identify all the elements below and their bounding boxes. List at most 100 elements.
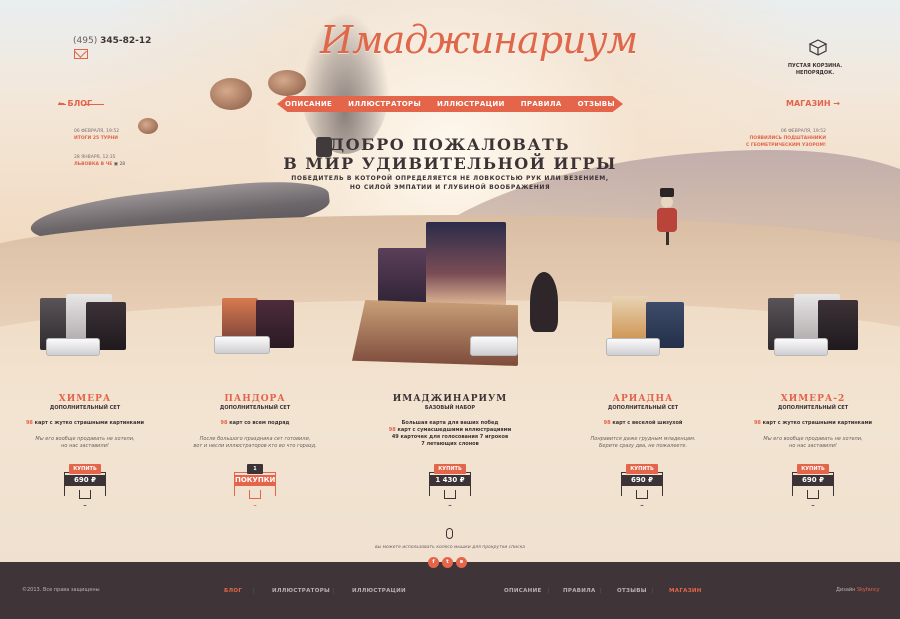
news-title[interactable]: ПОЯВИЛИСЬ ПОДШТАННИКИ [738,135,826,142]
comments-count: 28 [119,162,126,167]
site-logo[interactable]: Имаджинариум [320,18,638,62]
product-desc: 98 карт с веселой шизухой [568,420,718,427]
scroll-hint: вы можете использовать колесо мышки для … [374,545,526,550]
product-name[interactable]: АРИАДНА [568,394,718,404]
nav-item-rules[interactable]: ПРАВИЛА [521,100,562,108]
blog-news-item[interactable]: 28 ЯНВАРЯ, 12:35 ЛЬВОВКА В ЧЕ ▣ 28 [74,154,125,168]
product-desc: 98 карт с жутко страшными картинками [10,420,160,427]
footer-link-shop[interactable]: МАГАЗИН [669,588,702,594]
footer-link-illustrators[interactable]: ИЛЛЮСТРАТОРЫ [272,588,330,594]
scarecrow-head [661,196,673,208]
copyright: ©2013. Все права защищены [22,587,100,593]
news-title[interactable]: ЛЬВОВКА В ЧЕ [74,162,112,167]
news-date: 06 ФЕВРАЛЯ, 19:52 [74,129,120,134]
hero-subtitle-line: ПОБЕДИТЕЛЬ В КОТОРОЙ ОПРЕДЕЛЯЕТСЯ НЕ ЛОВ… [291,175,609,182]
nav-item-description[interactable]: ОПИСАНИЕ [285,100,332,108]
product-desc-text: карт со всем подряд [229,420,290,426]
product-name[interactable]: ИМАДЖИНАРИУМ [375,394,525,404]
mail-icon[interactable] [74,49,88,59]
product-quote: После большого праздника сет готовили, в… [180,436,330,450]
flying-elephant [210,78,252,110]
designer-link[interactable]: Skyfancy [857,587,880,593]
hero-title-line: ДОБРО ПОЖАЛОВАТЬ [329,135,571,154]
product-desc-line: 7 летающих слонов [421,441,479,447]
box-icon [79,490,91,499]
footer-separator: | [600,588,602,594]
facebook-icon[interactable]: f [428,557,439,568]
news-date: 06 ФЕВРАЛЯ, 19:52 [780,129,826,134]
product-desc-line: Большая карта для ваших побед [401,420,499,426]
product-quote: Понравится даже грудным младенцам. Берит… [568,436,718,450]
purchases-button[interactable]: ПОКУПКИ [235,475,275,486]
footer-link-rules[interactable]: ПРАВИЛА [563,588,596,594]
buy-button[interactable]: КУПИТЬ [69,464,101,474]
divider-line [84,104,104,105]
scarecrow-hat [660,188,674,197]
nav-item-illustrations[interactable]: ИЛЛЮСТРАЦИИ [437,100,505,108]
buy-badge-pandora[interactable]: 1 ПОКУПКИ [234,464,276,516]
product-type: БАЗОВЫЙ НАБОР [424,405,476,411]
nav-item-reviews[interactable]: ОТЗЫВЫ [578,100,615,108]
quote-line: Понравится даже грудным младенцам. [590,436,696,442]
nav-item-illustrators[interactable]: ИЛЛЮСТРАТОРЫ [348,100,421,108]
product-name[interactable]: ХИМЕРА-2 [738,394,888,404]
hero-subtitle: ПОБЕДИТЕЛЬ В КОТОРОЙ ОПРЕДЕЛЯЕТСЯ НЕ ЛОВ… [270,174,630,192]
hero-title-line: В МИР УДИВИТЕЛЬНОЙ ИГРЫ [283,154,617,173]
news-title[interactable]: С ГЕОМЕТРИЧЕСКИМ УЗОРОМ! [738,142,826,149]
buy-button[interactable]: КУПИТЬ [434,464,466,474]
buy-button[interactable]: КУПИТЬ [626,464,658,474]
hero-title: ДОБРО ПОЖАЛОВАТЬ В МИР УДИВИТЕЛЬНОЙ ИГРЫ [270,135,630,173]
quote-line: Мы его вообще продавать не хотели, [35,436,135,442]
price-tag: 690 ₽ [622,475,662,486]
cart-status-line: НЕПОРЯДОК. [795,70,835,76]
price-tag: 690 ₽ [65,475,105,486]
footer-link-blog[interactable]: БЛОГ [224,588,242,594]
flying-elephant-small [138,118,158,134]
product-pandora: ПАНДОРА ДОПОЛНИТЕЛЬНЫЙ СЕТ 98 карт со вс… [180,394,330,450]
box-icon [444,490,456,499]
mouse-icon [446,528,453,539]
product-desc: Большая карта для ваших побед 98 карт с … [375,420,525,448]
phone-digits: 345-82-12 [100,36,152,46]
buy-badge-khimera[interactable]: КУПИТЬ 690 ₽ [64,464,106,516]
card-count: 98 [753,420,761,426]
quote-line: но нас заставили! [61,443,109,449]
news-title[interactable]: ИТОГИ 25 ТУРНИ [74,135,119,142]
hero-subtitle-line: НО СИЛОЙ ЭМПАТИИ И ГЛУБИНОЙ ВООБРАЖЕНИЯ [349,184,551,191]
comments-icon: ▣ [113,162,118,167]
footer-link-reviews[interactable]: ОТЗЫВЫ [617,588,647,594]
footer-separator: | [652,588,654,594]
cart-box-icon[interactable] [808,38,828,56]
quote-line: но нас заставили! [789,443,837,449]
product-imaginarium: ИМАДЖИНАРИУМ БАЗОВЫЙ НАБОР Большая карта… [375,394,525,448]
quote-line: Мы его вообще продавать не хотели, [763,436,863,442]
footer [0,562,900,619]
product-desc: 98 карт со всем подряд [180,420,330,427]
footer-link-illustrations[interactable]: ИЛЛЮСТРАЦИИ [352,588,406,594]
vk-icon[interactable]: в [456,557,467,568]
footer-link-description[interactable]: ОПИСАНИЕ [504,588,542,594]
news-date: 28 ЯНВАРЯ, 12:35 [74,155,116,160]
box-icon [249,490,261,499]
phone-number: (495) 345-82-12 [73,36,151,46]
shop-link[interactable]: МАГАЗИН → [786,99,840,108]
buy-badge-khimera-2[interactable]: КУПИТЬ 690 ₽ [792,464,834,516]
shop-news-item[interactable]: 06 ФЕВРАЛЯ, 19:52 ПОЯВИЛИСЬ ПОДШТАННИКИ … [738,128,826,149]
card-count: 98 [25,420,33,426]
quote-line: вот и несли иллюстраторов кто во что гор… [193,443,317,449]
blog-news-item[interactable]: 06 ФЕВРАЛЯ, 19:52 ИТОГИ 25 ТУРНИ [74,128,119,142]
buy-badge-imaginarium[interactable]: КУПИТЬ 1 430 ₽ [429,464,471,516]
quote-line: После большого праздника сет готовили, [199,436,311,442]
twitter-icon[interactable]: t [442,557,453,568]
footer-separator: | [253,588,255,594]
product-type: ДОПОЛНИТЕЛЬНЫЙ СЕТ [777,405,849,411]
buy-badge-ariadna[interactable]: КУПИТЬ 690 ₽ [621,464,663,516]
product-name[interactable]: ХИМЕРА [10,394,160,404]
main-nav: ОПИСАНИЕ ИЛЛЮСТРАТОРЫ ИЛЛЮСТРАЦИИ ПРАВИЛ… [277,96,623,112]
product-name[interactable]: ПАНДОРА [180,394,330,404]
footer-separator: | [548,588,550,594]
buy-button[interactable]: КУПИТЬ [797,464,829,474]
product-khimera: ХИМЕРА ДОПОЛНИТЕЛЬНЫЙ СЕТ 98 карт с жутк… [10,394,160,450]
card-count: 98 [220,420,228,426]
design-credit: Дизайн Skyfancy [836,587,880,593]
